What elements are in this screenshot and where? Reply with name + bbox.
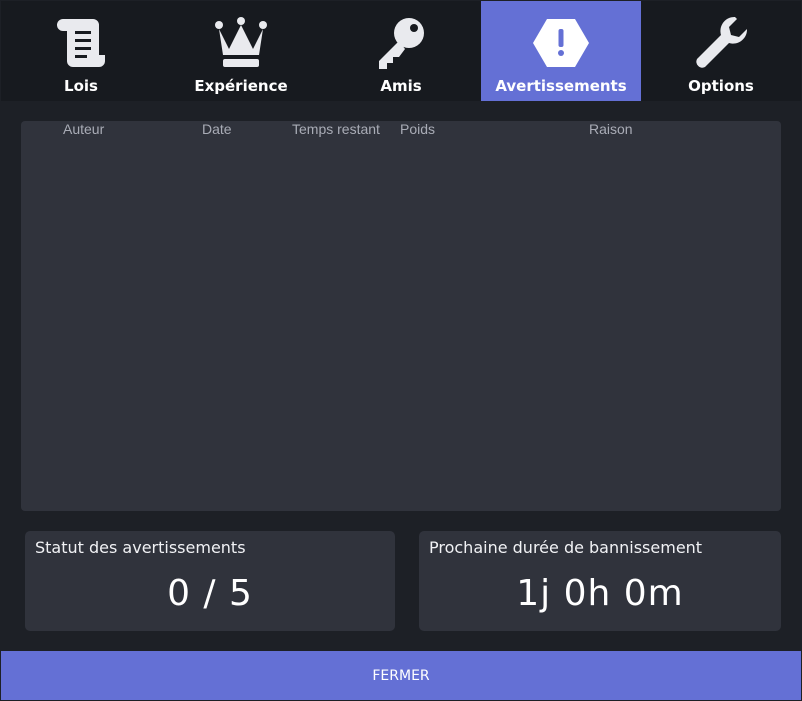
warning-icon [531,15,591,71]
next-ban-value: 1j 0h 0m [516,573,684,614]
tab-label: Options [688,77,754,95]
tab-avertissements[interactable]: Avertissements [481,1,641,101]
tab-lois[interactable]: Lois [1,1,161,101]
warning-status-value: 0 / 5 [167,573,253,614]
tab-amis[interactable]: Amis [321,1,481,101]
next-ban-title: Prochaine durée de bannissement [429,538,703,557]
next-ban-card: Prochaine durée de bannissement 1j 0h 0m [419,531,781,631]
column-header-date[interactable]: Date [202,121,232,137]
warnings-table: Auteur Date Temps restant Poids Raison [21,121,781,511]
tab-label: Avertissements [495,77,627,95]
warning-status-title: Statut des avertissements [35,538,246,557]
tab-label: Amis [380,77,422,95]
tab-bar: Lois Expérience Amis Avertissements Opti… [1,1,801,101]
warning-status-card: Statut des avertissements 0 / 5 [25,531,395,631]
column-header-author[interactable]: Auteur [63,121,104,137]
tab-label: Expérience [194,77,288,95]
scroll-icon [51,15,111,71]
tab-label: Lois [64,77,98,95]
column-header-weight[interactable]: Poids [400,121,435,137]
tab-experience[interactable]: Expérience [161,1,321,101]
key-icon [371,15,431,71]
warnings-window: Lois Expérience Amis Avertissements Opti… [0,0,802,701]
column-header-reason[interactable]: Raison [589,121,633,137]
tab-options[interactable]: Options [641,1,801,101]
close-button[interactable]: FERMER [1,651,801,700]
column-header-time-left[interactable]: Temps restant [292,121,380,137]
crown-icon [211,15,271,71]
wrench-icon [691,15,751,71]
table-header: Auteur Date Temps restant Poids Raison [21,121,781,141]
